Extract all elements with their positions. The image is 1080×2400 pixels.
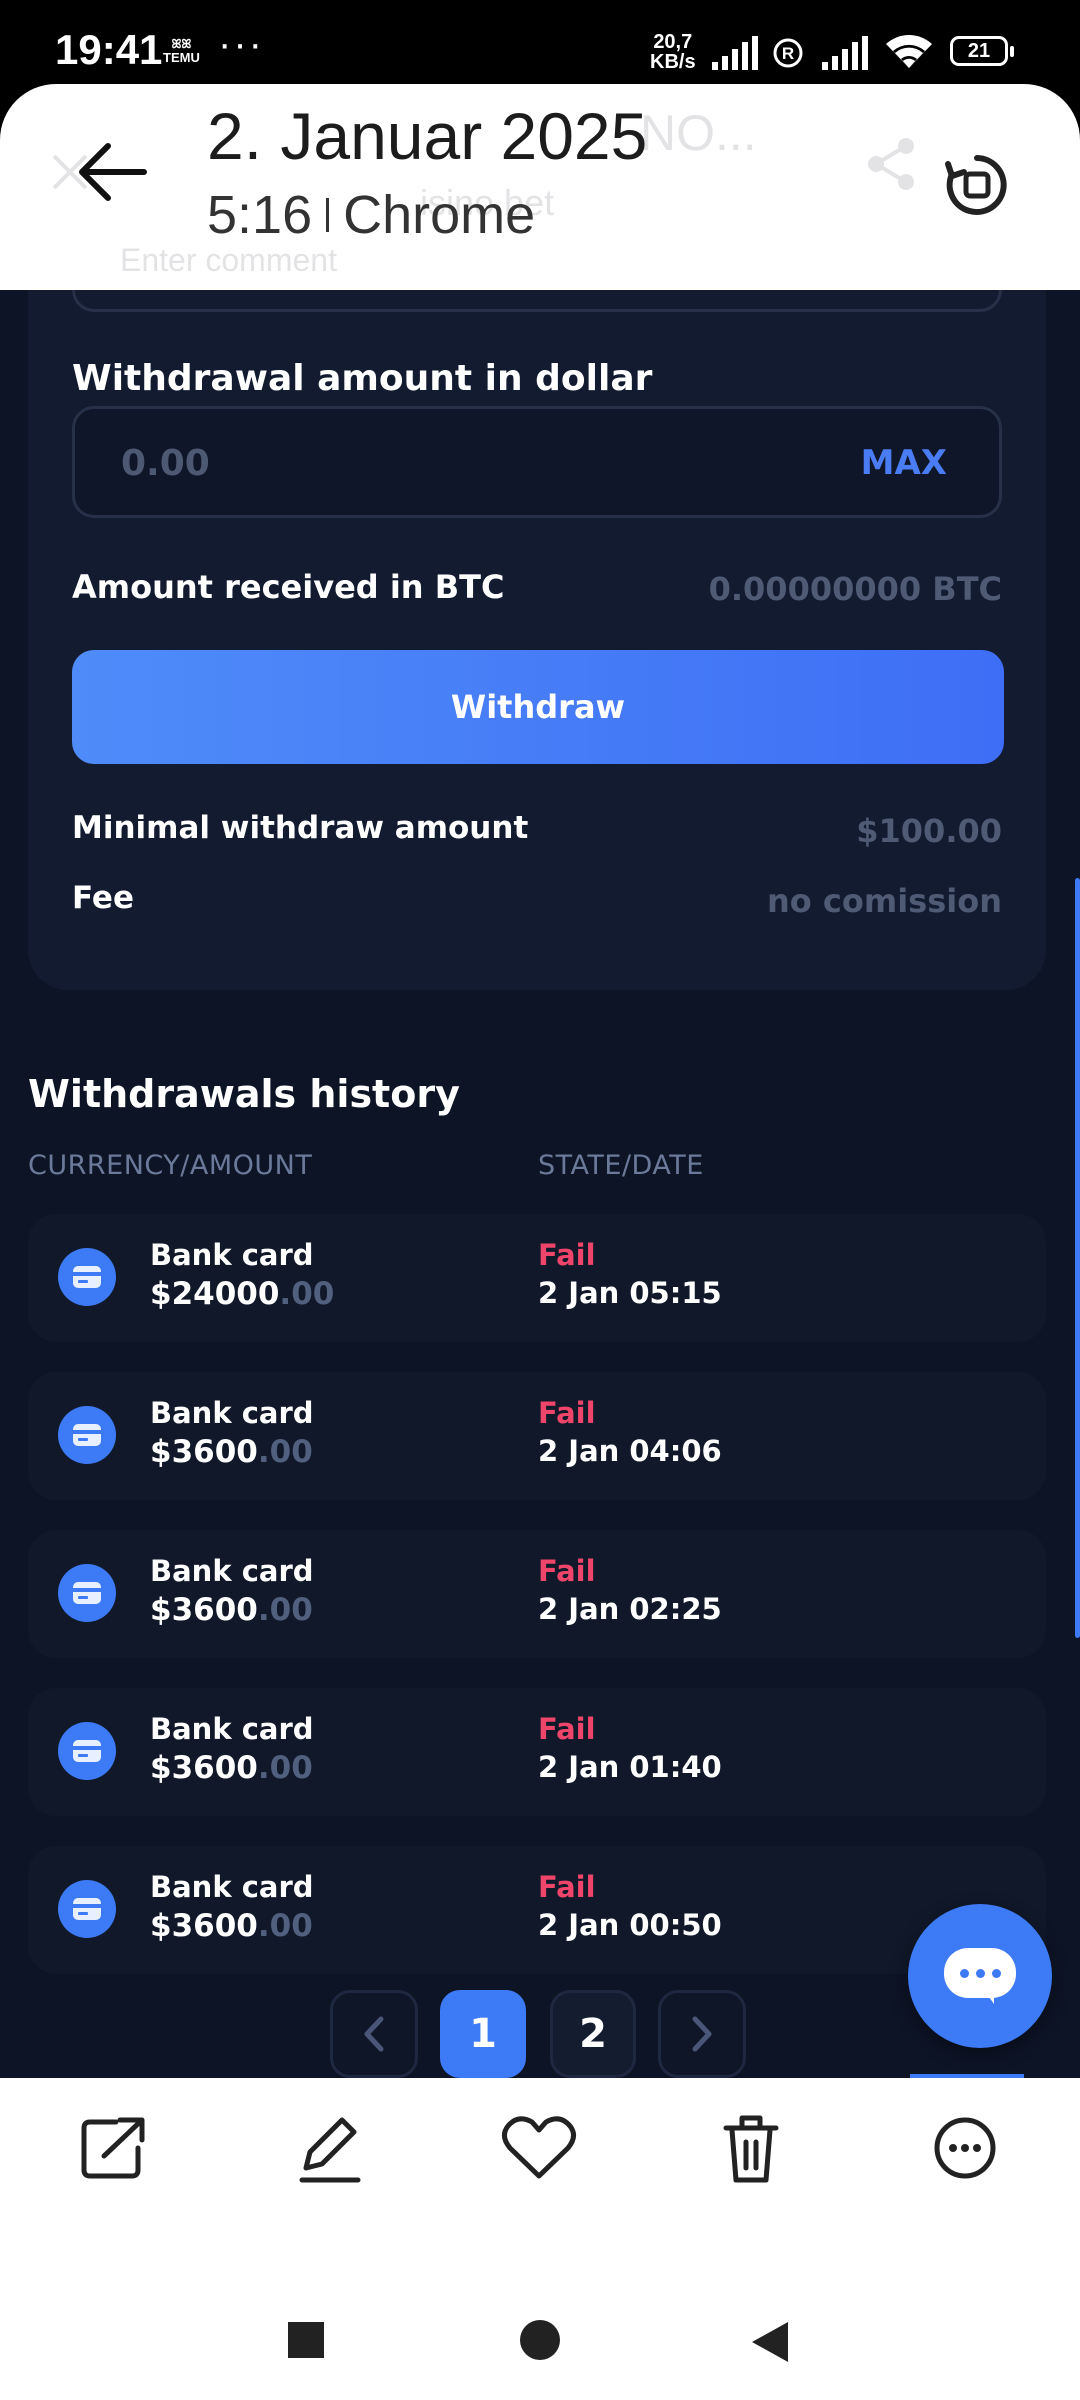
system-nav-bar xyxy=(0,2278,1080,2400)
screenshot-meta: 5:16 Chrome xyxy=(207,184,535,246)
bank-card-icon xyxy=(58,1406,116,1464)
history-row[interactable]: Bank card $3600.00 Fail 2 Jan 02:25 xyxy=(28,1530,1046,1658)
recents-icon[interactable] xyxy=(286,2320,326,2360)
row-method: Bank card xyxy=(150,1396,314,1430)
favorite-icon[interactable] xyxy=(494,2108,584,2188)
fee-value: no comission xyxy=(767,882,1002,920)
temu-notification-icon: ꕤꕤ TEMU xyxy=(163,37,200,65)
row-state: Fail xyxy=(538,1396,596,1430)
row-method: Bank card xyxy=(150,1870,314,1904)
network-speed: 20,7 KB/s xyxy=(650,31,696,73)
row-method: Bank card xyxy=(150,1238,314,1272)
scrollbar[interactable] xyxy=(1075,878,1080,1638)
separator xyxy=(326,198,330,232)
delete-icon[interactable] xyxy=(706,2108,796,2188)
row-date: 2 Jan 00:50 xyxy=(538,1908,722,1942)
share-icon[interactable] xyxy=(70,2108,160,2188)
amount-input[interactable]: 0.00 MAX xyxy=(72,406,1002,518)
history-row[interactable]: Bank card $3600.00 Fail 2 Jan 04:06 xyxy=(28,1372,1046,1500)
screenshot-toolbar xyxy=(0,2078,1080,2278)
home-icon[interactable] xyxy=(518,2320,562,2364)
bank-card-icon xyxy=(58,1248,116,1306)
fee-label: Fee xyxy=(72,880,134,916)
back-arrow-icon[interactable] xyxy=(72,132,162,212)
bank-card-icon xyxy=(58,1880,116,1938)
chevron-right-icon xyxy=(692,2016,712,2052)
signal-icon xyxy=(822,36,868,70)
info-sheet: NO... isino.bet Enter comment 2. Januar … xyxy=(0,84,1080,290)
row-amount: $3600.00 xyxy=(150,1908,313,1944)
column-header-state: STATE/DATE xyxy=(538,1150,704,1181)
row-date: 2 Jan 02:25 xyxy=(538,1592,722,1626)
more-icon[interactable] xyxy=(920,2108,1010,2188)
background-comment-placeholder: Enter comment xyxy=(120,242,337,278)
registered-icon: R xyxy=(773,38,803,68)
next-page-button[interactable] xyxy=(658,1990,746,2078)
signal-icon xyxy=(712,36,758,70)
row-date: 2 Jan 05:15 xyxy=(538,1276,722,1310)
rotate-icon[interactable] xyxy=(942,150,1012,220)
page-button-2[interactable]: 2 xyxy=(550,1990,636,2078)
bank-card-icon xyxy=(58,1722,116,1780)
status-time: 19:41 xyxy=(55,26,163,73)
history-row[interactable]: Bank card $3600.00 Fail 2 Jan 01:40 xyxy=(28,1688,1046,1816)
battery-icon: 21 xyxy=(950,36,1014,66)
amount-label: Withdrawal amount in dollar xyxy=(72,358,653,399)
share-icon xyxy=(868,138,914,190)
column-header-amount: CURRENCY/AMOUNT xyxy=(28,1150,313,1181)
screenshot-date: 2. Januar 2025 xyxy=(207,99,648,173)
row-state: Fail xyxy=(538,1870,596,1904)
min-withdraw-value: $100.00 xyxy=(856,812,1002,850)
wifi-icon xyxy=(886,35,932,68)
chat-icon xyxy=(944,1948,1016,2004)
previous-page-button[interactable] xyxy=(330,1990,418,2078)
screenshot-app: Chrome xyxy=(343,185,536,245)
row-amount: $24000.00 xyxy=(150,1276,335,1312)
history-title: Withdrawals history xyxy=(28,1072,460,1116)
min-withdraw-label: Minimal withdraw amount xyxy=(72,810,529,846)
row-amount: $3600.00 xyxy=(150,1592,313,1628)
row-date: 2 Jan 01:40 xyxy=(538,1750,722,1784)
withdraw-form-card: Withdrawal amount in dollar 0.00 MAX Amo… xyxy=(28,290,1046,990)
row-method: Bank card xyxy=(150,1554,314,1588)
bank-card-icon xyxy=(58,1564,116,1622)
comment-input[interactable] xyxy=(72,290,1002,312)
received-value: 0.00000000 BTC xyxy=(708,570,1002,608)
row-state: Fail xyxy=(538,1554,596,1588)
history-row[interactable]: Bank card $3600.00 Fail 2 Jan 00:50 xyxy=(28,1846,1046,1974)
amount-placeholder: 0.00 xyxy=(121,443,210,484)
page-button-1[interactable]: 1 xyxy=(440,1990,526,2078)
edit-icon[interactable] xyxy=(284,2108,374,2188)
row-method: Bank card xyxy=(150,1712,314,1746)
withdraw-button[interactable]: Withdraw xyxy=(72,650,1004,764)
screenshot-time: 5:16 xyxy=(207,185,313,245)
chevron-left-icon xyxy=(364,2016,384,2052)
history-row[interactable]: Bank card $24000.00 Fail 2 Jan 05:15 xyxy=(28,1214,1046,1342)
row-state: Fail xyxy=(538,1712,596,1746)
received-label: Amount received in BTC xyxy=(72,568,505,606)
row-state: Fail xyxy=(538,1238,596,1272)
svg-text:R: R xyxy=(782,44,794,63)
row-amount: $3600.00 xyxy=(150,1750,313,1786)
page-content: Withdrawal amount in dollar 0.00 MAX Amo… xyxy=(0,290,1080,2078)
row-amount: $3600.00 xyxy=(150,1434,313,1470)
more-notifications-icon: ··· xyxy=(218,22,264,66)
max-button[interactable]: MAX xyxy=(861,443,947,483)
back-icon[interactable] xyxy=(750,2320,790,2364)
row-date: 2 Jan 04:06 xyxy=(538,1434,722,1468)
background-page-title: NO... xyxy=(640,105,757,161)
chat-support-button[interactable] xyxy=(908,1904,1052,2048)
